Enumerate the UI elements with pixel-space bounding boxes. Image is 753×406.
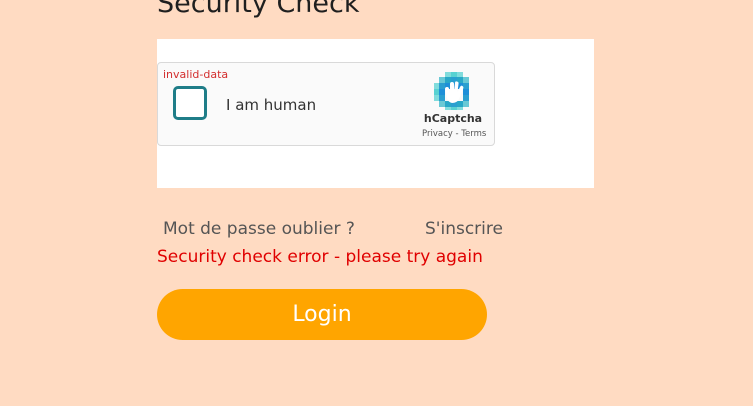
error-message: Security check error - please try again [157, 247, 483, 267]
captcha-widget: invalid-data I am human hCaptcha Privacy… [157, 62, 495, 146]
forgot-password-link[interactable]: Mot de passe oublier ? [163, 219, 355, 239]
captcha-brand-name: hCaptcha [423, 112, 483, 125]
captcha-checkbox-label: I am human [226, 96, 317, 114]
register-link[interactable]: S'inscrire [425, 219, 503, 239]
captcha-terms-link[interactable]: Terms [461, 129, 486, 139]
captcha-branding: hCaptcha Privacy - Terms [422, 72, 486, 139]
captcha-status-text: invalid-data [163, 68, 229, 81]
login-button[interactable]: Login [157, 289, 487, 340]
captcha-links: Privacy - Terms [422, 129, 486, 139]
captcha-checkbox[interactable] [173, 86, 207, 120]
captcha-privacy-link[interactable]: Privacy [422, 129, 453, 139]
security-check-page: Security Check invalid-data I am human h… [0, 0, 753, 406]
captcha-links-separator: - [452, 129, 462, 139]
page-title: Security Check [157, 0, 360, 19]
hcaptcha-logo-icon [434, 72, 469, 110]
captcha-frame: invalid-data I am human hCaptcha Privacy… [157, 39, 594, 188]
